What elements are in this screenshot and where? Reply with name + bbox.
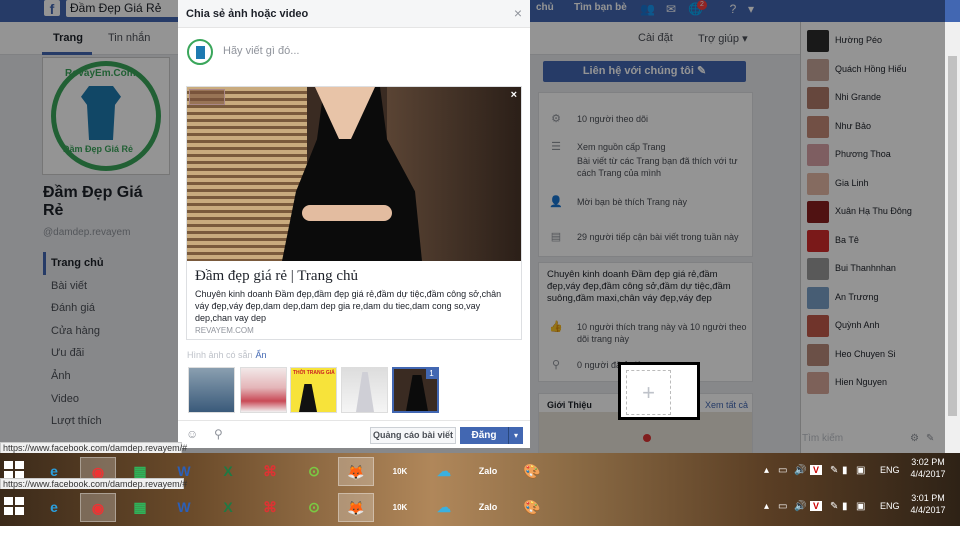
model-arms: [302, 205, 392, 221]
unikey-v-icon[interactable]: V: [810, 465, 822, 475]
clock-date: 4/4/2017: [910, 469, 946, 479]
firefox-icon[interactable]: 🦊: [338, 457, 374, 486]
monitor-tray-icon[interactable]: ▣: [856, 465, 865, 476]
share-photo-video-dialog: Chia sẻ ảnh hoặc video × Hãy viết gì đó.…: [178, 0, 700, 448]
zalo-icon[interactable]: Zalo: [470, 457, 506, 486]
black-dress-icon: [406, 375, 428, 411]
pen-tray-icon[interactable]: ✎: [830, 465, 838, 476]
location-icon[interactable]: ⚲: [214, 427, 223, 441]
thumbnail-3-text: THỜI TRANG GIÁ: [293, 370, 335, 376]
emoji-icon[interactable]: ☺: [186, 427, 198, 441]
volume-icon[interactable]: 🔊: [794, 465, 806, 476]
dialog-header: Chia sẻ ảnh hoặc video ×: [178, 0, 530, 28]
selected-count-badge: 1: [426, 369, 437, 379]
hide-images-link[interactable]: Ẩn: [256, 350, 267, 360]
zalo-icon[interactable]: Zalo: [470, 493, 506, 522]
internet-explorer-icon[interactable]: e: [36, 493, 72, 522]
monitor-tray-icon[interactable]: ▣: [856, 501, 865, 512]
network-icon[interactable]: ▮: [842, 501, 848, 512]
excel-icon[interactable]: X: [210, 493, 246, 522]
system-clock[interactable]: 3:02 PM 4/4/2017: [910, 456, 946, 480]
post-options-dropdown[interactable]: ▾: [508, 427, 523, 444]
chat-tray-icon[interactable]: ▭: [778, 465, 787, 476]
add-photo-plus-icon[interactable]: +: [626, 370, 671, 415]
store-icon[interactable]: ▦: [122, 493, 158, 522]
post-text-input[interactable]: Hãy viết gì đó...: [223, 45, 299, 57]
excel-icon[interactable]: X: [210, 457, 246, 486]
unikey-v-icon[interactable]: V: [810, 501, 822, 511]
chat-tray-icon[interactable]: ▭: [778, 501, 787, 512]
coccoc-icon[interactable]: ⊙: [296, 493, 332, 522]
white-dress-icon: [356, 372, 374, 412]
dress-silhouette-icon: [299, 384, 317, 412]
language-indicator[interactable]: ENG: [880, 465, 900, 475]
scrollbar-thumb[interactable]: [948, 56, 957, 416]
image-thumbnail-4[interactable]: [341, 367, 388, 413]
paint-icon[interactable]: 🎨: [514, 493, 550, 522]
link-domain: REVAYEM.COM: [195, 326, 254, 335]
link-preview-card[interactable]: × Đầm đẹp giá rẻ | Trang chủ Chuyên kinh…: [186, 86, 522, 340]
word-icon[interactable]: W: [166, 493, 202, 522]
10k-app-icon[interactable]: 10K: [382, 457, 418, 486]
paint-icon[interactable]: 🎨: [514, 457, 550, 486]
skype-icon[interactable]: ☁: [426, 457, 462, 486]
scrollbar[interactable]: [945, 22, 960, 455]
page-avatar: [187, 39, 213, 65]
dialog-title: Chia sẻ ảnh hoặc video: [186, 8, 309, 20]
image-thumbnail-2[interactable]: [240, 367, 287, 413]
system-clock[interactable]: 3:01 PM 4/4/2017: [910, 492, 946, 516]
image-thumbnail-5-selected[interactable]: 1: [392, 367, 439, 413]
dialog-footer: ☺ ⚲ Quảng cáo bài viết Đăng ▾: [178, 420, 530, 448]
available-images-text: Hình ảnh có sẵn: [187, 350, 253, 360]
preview-photo[interactable]: ×: [187, 87, 521, 261]
link-description: Chuyên kinh doanh Đầm đẹp,đầm đẹp giá rẻ…: [195, 289, 502, 323]
photo-badge: [189, 89, 225, 105]
pen-tray-icon[interactable]: ✎: [830, 501, 838, 512]
post-button[interactable]: Đăng: [460, 427, 508, 444]
image-thumbnail-3[interactable]: THỜI TRANG GIÁ: [290, 367, 337, 413]
close-icon[interactable]: ×: [514, 5, 522, 21]
tray-up-arrow-icon[interactable]: ▴: [764, 465, 769, 476]
network-icon[interactable]: ▮: [842, 465, 848, 476]
tray-up-arrow-icon[interactable]: ▴: [764, 501, 769, 512]
image-thumbnail-1[interactable]: [188, 367, 235, 413]
available-images-label: Hình ảnh có sẵn Ẩn: [187, 350, 267, 360]
windows-start-icon[interactable]: [4, 497, 26, 517]
chrome-icon[interactable]: ◉: [80, 493, 116, 522]
clock-time: 3:02 PM: [911, 457, 945, 467]
link-title[interactable]: Đầm đẹp giá rẻ | Trang chủ: [195, 268, 358, 285]
clock-date: 4/4/2017: [910, 505, 946, 515]
unikey-icon[interactable]: ⌘: [252, 457, 288, 486]
skype-icon[interactable]: ☁: [426, 493, 462, 522]
coccoc-icon[interactable]: ⊙: [296, 457, 332, 486]
volume-icon[interactable]: 🔊: [794, 501, 806, 512]
windows-taskbar-2: e ◉ ▦ W X ⌘ ⊙ 🦊 10K ☁ Zalo 🎨 ▴ ▭ 🔊 V ✎ ▮…: [0, 489, 960, 526]
add-photo-box[interactable]: +: [618, 362, 700, 420]
clock-time: 3:01 PM: [911, 493, 945, 503]
unikey-icon[interactable]: ⌘: [252, 493, 288, 522]
remove-preview-icon[interactable]: ×: [511, 89, 517, 101]
firefox-icon[interactable]: 🦊: [338, 493, 374, 522]
10k-app-icon[interactable]: 10K: [382, 493, 418, 522]
language-indicator[interactable]: ENG: [880, 501, 900, 511]
boost-post-button[interactable]: Quảng cáo bài viết: [370, 427, 456, 444]
